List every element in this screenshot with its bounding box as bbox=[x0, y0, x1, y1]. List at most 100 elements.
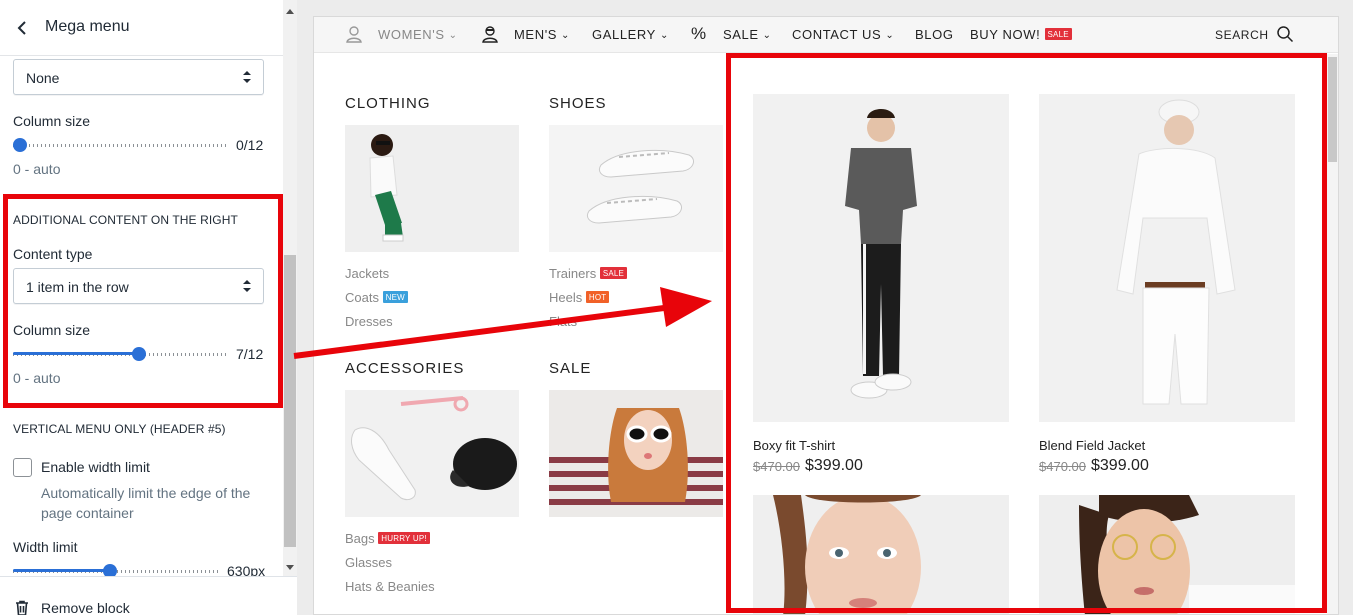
additional-column-size-label: Column size bbox=[13, 322, 91, 338]
panel-scrollbar[interactable] bbox=[283, 0, 297, 576]
chevron-down-icon: ⌄ bbox=[762, 30, 772, 41]
site-frame: WOMEN'S ⌄ MEN'S ⌄ GALLERY ⌄ % SALE ⌄ CONTACT… bbox=[313, 16, 1339, 615]
product-image-portrait-2[interactable] bbox=[1039, 495, 1295, 614]
shoes-image[interactable] bbox=[549, 125, 723, 252]
panel-header: Mega menu bbox=[0, 0, 283, 56]
search-label: SEARCH bbox=[1215, 28, 1269, 42]
site-navigation: WOMEN'S ⌄ MEN'S ⌄ GALLERY ⌄ % SALE ⌄ CONTACT… bbox=[314, 17, 1338, 53]
width-limit-hint: Automatically limit the edge of the page… bbox=[41, 485, 251, 521]
slider-thumb[interactable] bbox=[132, 347, 146, 361]
nav-blog[interactable]: BLOG bbox=[915, 27, 954, 42]
man-avatar-icon bbox=[482, 26, 498, 43]
percent-icon: % bbox=[691, 24, 707, 43]
clothing-image[interactable] bbox=[345, 125, 519, 252]
white-sneakers-photo bbox=[549, 125, 723, 252]
link-flats[interactable]: Flats bbox=[549, 314, 577, 329]
content-type-value: 1 item in the row bbox=[26, 279, 129, 295]
layout-select[interactable]: None bbox=[13, 59, 264, 95]
trash-icon bbox=[16, 600, 28, 615]
column-size-label: Column size bbox=[13, 113, 91, 129]
slider-fill bbox=[13, 352, 139, 355]
width-limit-label: Width limit bbox=[13, 539, 78, 555]
search-icon[interactable] bbox=[1276, 25, 1294, 43]
link-heels-label: Heels bbox=[549, 290, 583, 305]
woman-braids-portrait-photo bbox=[753, 495, 1009, 614]
link-coats[interactable]: Coats NEW bbox=[345, 290, 408, 305]
nav-mens-label: MEN'S bbox=[514, 27, 558, 42]
woman-in-white-jacket-photo bbox=[345, 125, 519, 252]
category-title-clothing[interactable]: CLOTHING bbox=[345, 95, 431, 112]
back-arrow-icon[interactable] bbox=[14, 18, 32, 38]
link-jackets[interactable]: Jackets bbox=[345, 266, 389, 281]
content-type-select[interactable]: 1 item in the row bbox=[13, 268, 264, 304]
nav-gallery[interactable]: GALLERY ⌄ bbox=[592, 27, 669, 42]
hot-badge: HOT bbox=[585, 291, 610, 303]
sneaker-sunglasses-cap-photo bbox=[345, 390, 519, 517]
scroll-down-arrow-icon[interactable] bbox=[286, 565, 294, 570]
link-bags-label: Bags bbox=[345, 531, 375, 546]
accessories-image[interactable] bbox=[345, 390, 519, 517]
width-limit-checkbox[interactable] bbox=[13, 458, 32, 477]
product-image-blend-jacket[interactable] bbox=[1039, 94, 1295, 422]
column-size-value: 0/12 bbox=[236, 137, 264, 153]
link-glasses[interactable]: Glasses bbox=[345, 555, 392, 570]
nav-womens[interactable]: WOMEN'S ⌄ bbox=[378, 27, 458, 42]
product-price: $399.00 bbox=[1091, 457, 1149, 474]
settings-panel: Mega menu None Column size 0/12 0 - auto… bbox=[0, 0, 283, 615]
sale-badge: SALE bbox=[599, 267, 628, 279]
select-arrows-icon bbox=[243, 280, 251, 292]
nav-search[interactable]: SEARCH bbox=[1215, 28, 1269, 42]
link-dresses[interactable]: Dresses bbox=[345, 314, 393, 329]
link-heels[interactable]: Heels HOT bbox=[549, 290, 610, 305]
additional-content-heading: ADDITIONAL CONTENT ON THE RIGHT bbox=[13, 213, 238, 227]
site-scroll-thumb[interactable] bbox=[1328, 57, 1337, 162]
product-name-blend-jacket[interactable]: Blend Field Jacket bbox=[1039, 438, 1145, 453]
nav-gallery-label: GALLERY bbox=[592, 27, 656, 42]
slider-thumb[interactable] bbox=[13, 138, 27, 152]
column-size-slider[interactable] bbox=[13, 137, 229, 153]
nav-buy-now[interactable]: BUY NOW! SALE bbox=[970, 27, 1072, 42]
width-limit-checkbox-label: Enable width limit bbox=[41, 459, 150, 475]
link-trainers[interactable]: Trainers SALE bbox=[549, 266, 628, 281]
link-trainers-label: Trainers bbox=[549, 266, 597, 281]
site-scrollbar[interactable] bbox=[1327, 54, 1338, 614]
nav-contact-us[interactable]: CONTACT US ⌄ bbox=[792, 27, 894, 42]
nav-buy-now-label: BUY NOW! bbox=[970, 27, 1041, 42]
product-image-portrait-1[interactable] bbox=[753, 495, 1009, 614]
panel-scroll-thumb[interactable] bbox=[284, 255, 296, 547]
vertical-menu-heading: VERTICAL MENU ONLY (HEADER #5) bbox=[13, 422, 226, 436]
column-size-hint: 0 - auto bbox=[13, 161, 61, 177]
scroll-up-arrow-icon[interactable] bbox=[286, 9, 294, 14]
link-bags[interactable]: Bags HURRY UP! bbox=[345, 531, 430, 546]
woman-with-sunglasses-photo bbox=[549, 390, 723, 517]
panel-title: Mega menu bbox=[45, 18, 130, 35]
product-name-boxy-tshirt[interactable]: Boxy fit T-shirt bbox=[753, 438, 835, 453]
sale-badge: SALE bbox=[1044, 28, 1072, 40]
sale-image[interactable] bbox=[549, 390, 723, 517]
additional-column-size-hint: 0 - auto bbox=[13, 370, 61, 386]
chevron-down-icon: ⌄ bbox=[885, 30, 895, 41]
category-title-shoes[interactable]: SHOES bbox=[549, 95, 607, 112]
category-title-accessories[interactable]: ACCESSORIES bbox=[345, 360, 464, 377]
nav-womens-label: WOMEN'S bbox=[378, 27, 445, 42]
additional-column-size-slider[interactable] bbox=[13, 346, 229, 362]
product-image-boxy-tshirt[interactable] bbox=[753, 94, 1009, 422]
app-window: Mega menu None Column size 0/12 0 - auto… bbox=[0, 0, 1353, 615]
nav-sale[interactable]: SALE ⌄ bbox=[723, 27, 772, 42]
nav-mens[interactable]: MEN'S ⌄ bbox=[514, 27, 570, 42]
man-grey-tshirt-photo bbox=[753, 94, 1009, 422]
woman-glasses-portrait-photo bbox=[1039, 495, 1295, 614]
product-old-price: $470.00 bbox=[753, 459, 800, 474]
content-type-label: Content type bbox=[13, 246, 93, 262]
nav-sale-label: SALE bbox=[723, 27, 759, 42]
nav-blog-label: BLOG bbox=[915, 27, 954, 42]
additional-column-size-value: 7/12 bbox=[236, 346, 264, 362]
chevron-down-icon: ⌄ bbox=[659, 30, 669, 41]
nav-contact-label: CONTACT US bbox=[792, 27, 882, 42]
select-arrows-icon bbox=[243, 71, 251, 83]
link-coats-label: Coats bbox=[345, 290, 379, 305]
link-hats-beanies[interactable]: Hats & Beanies bbox=[345, 579, 435, 594]
slider-track bbox=[13, 144, 229, 147]
category-title-sale[interactable]: SALE bbox=[549, 360, 591, 377]
layout-select-value: None bbox=[26, 70, 60, 86]
